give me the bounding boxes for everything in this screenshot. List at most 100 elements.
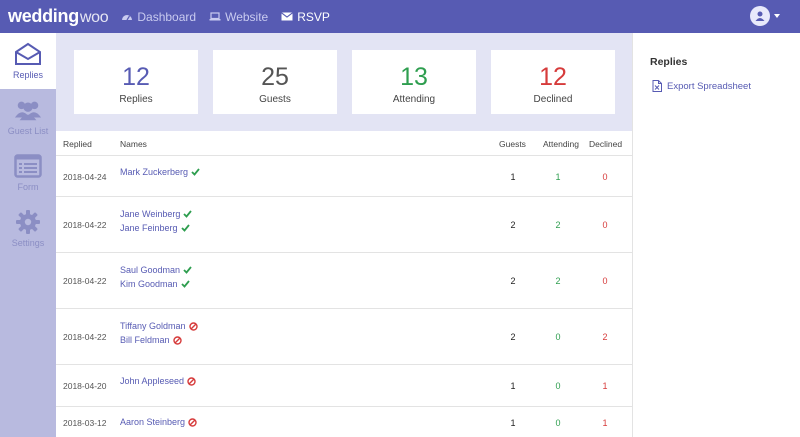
guest-name[interactable]: Saul Goodman [120, 263, 192, 277]
side-panel: Replies Export Spreadsheet [632, 33, 800, 437]
guests-count: 1 [510, 172, 516, 182]
sidebar-item-form[interactable]: Form [0, 145, 56, 201]
declined-icon [188, 321, 198, 331]
guest-name[interactable]: Bill Feldman [120, 333, 198, 347]
guest-name-text: Jane Feinberg [120, 223, 178, 233]
guests-count: 2 [510, 332, 516, 342]
declined-count: 1 [602, 418, 608, 428]
guest-name-text: Mark Zuckerberg [120, 167, 189, 177]
guest-name-text: Bill Feldman [120, 335, 170, 345]
guest-name[interactable]: John Appleseed [120, 374, 196, 388]
users-icon [14, 98, 42, 122]
attending-count: 1 [555, 172, 561, 182]
guest-name-text: Tiffany Goldman [120, 321, 186, 331]
header-guests[interactable]: Guests [499, 139, 526, 149]
guest-name-text: Kim Goodman [120, 279, 178, 289]
logo-accent: woo [79, 9, 109, 26]
header-attending[interactable]: Attending [543, 139, 579, 149]
stat-guests: 25 Guests [213, 50, 337, 114]
stat-label: Guests [259, 94, 291, 105]
panel-title: Replies [650, 56, 688, 68]
attending-count: 2 [555, 276, 561, 286]
guests-count: 1 [510, 418, 516, 428]
nav-website[interactable]: Website [209, 10, 268, 24]
declined-icon [172, 335, 182, 345]
gear-icon [14, 210, 42, 234]
envelope-open-icon [14, 42, 42, 66]
guest-name[interactable]: Tiffany Goldman [120, 319, 198, 333]
export-spreadsheet-link[interactable]: Export Spreadsheet [652, 80, 751, 92]
sidebar-item-label: Settings [11, 238, 45, 248]
nav-rsvp[interactable]: RSVP [281, 10, 330, 24]
reply-date: 2018-03-12 [63, 418, 107, 428]
header-declined[interactable]: Declined [589, 139, 622, 149]
guest-name-text: John Appleseed [120, 376, 185, 386]
sidebar-item-replies[interactable]: Replies [0, 33, 56, 89]
table-row[interactable]: 2018-04-22 Saul Goodman Kim Goodman 2 2 … [56, 253, 632, 309]
table-row[interactable]: 2018-03-12 Aaron Steinberg 1 0 1 [56, 407, 632, 437]
stat-label: Attending [392, 94, 436, 105]
declined-count: 2 [602, 332, 608, 342]
guest-name[interactable]: Jane Feinberg [120, 221, 192, 235]
dashboard-icon [121, 12, 133, 22]
reply-date: 2018-04-24 [63, 172, 107, 182]
chevron-down-icon [774, 14, 780, 18]
header-replied[interactable]: Replied [63, 139, 92, 149]
sidebar-item-guest-list[interactable]: Guest List [0, 89, 56, 145]
check-icon [183, 210, 193, 218]
check-icon [183, 266, 192, 274]
attending-count: 0 [555, 418, 561, 428]
spreadsheet-icon [652, 80, 662, 92]
stat-replies: 12 Replies [74, 50, 198, 114]
envelope-icon [281, 12, 294, 22]
sidebar: Replies Guest List Form Settings [0, 33, 56, 437]
table-row[interactable]: 2018-04-22 Tiffany Goldman Bill Feldman … [56, 309, 632, 365]
form-icon [14, 154, 42, 178]
guest-name[interactable]: Aaron Steinberg [120, 415, 197, 429]
guest-name[interactable]: Kim Goodman [120, 277, 192, 291]
check-icon [180, 224, 190, 232]
stat-value: 12 [122, 63, 150, 91]
guest-name-text: Aaron Steinberg [120, 417, 186, 427]
reply-date: 2018-04-20 [63, 381, 107, 391]
stats-band: 12 Replies 25 Guests 13 Attending 12 Dec… [56, 33, 632, 131]
top-navbar: wedding woo Dashboard Website RSVP [0, 0, 800, 33]
nav-dashboard[interactable]: Dashboard [121, 10, 196, 24]
table-row[interactable]: 2018-04-22 Jane Weinberg Jane Feinberg 2… [56, 197, 632, 253]
guests-count: 2 [510, 276, 516, 286]
stat-label: Declined [533, 94, 573, 105]
logo[interactable]: wedding woo [8, 6, 109, 27]
user-menu[interactable] [750, 6, 780, 26]
header-names[interactable]: Names [120, 139, 147, 149]
declined-count: 0 [602, 276, 608, 286]
table-row[interactable]: 2018-04-20 John Appleseed 1 0 1 [56, 365, 632, 407]
attending-count: 0 [555, 332, 561, 342]
main-content: 12 Replies 25 Guests 13 Attending 12 Dec… [56, 33, 632, 437]
attending-count: 2 [555, 220, 561, 230]
sidebar-item-label: Form [17, 182, 39, 192]
nav-label: Dashboard [137, 9, 197, 24]
avatar [750, 6, 770, 26]
table-row[interactable]: 2018-04-24 Mark Zuckerberg 1 1 0 [56, 156, 632, 197]
stat-attending: 13 Attending [352, 50, 476, 114]
declined-count: 0 [602, 172, 608, 182]
check-icon [180, 280, 190, 288]
nav-label: RSVP [297, 9, 330, 24]
nav-label: Website [225, 9, 269, 24]
export-label: Export Spreadsheet [667, 80, 751, 92]
attending-count: 0 [555, 381, 561, 391]
declined-count: 1 [602, 381, 608, 391]
sidebar-item-settings[interactable]: Settings [0, 201, 56, 257]
guest-name-text: Saul Goodman [120, 265, 181, 275]
guests-count: 1 [510, 381, 516, 391]
stat-value: 12 [539, 63, 567, 91]
stat-declined: 12 Declined [491, 50, 615, 114]
reply-date: 2018-04-22 [63, 220, 107, 230]
guests-count: 2 [510, 220, 516, 230]
stat-label: Replies [119, 94, 153, 105]
reply-date: 2018-04-22 [63, 332, 107, 342]
declined-count: 0 [602, 220, 608, 230]
guest-name[interactable]: Jane Weinberg [120, 207, 193, 221]
stat-value: 25 [261, 63, 289, 91]
guest-name[interactable]: Mark Zuckerberg [120, 165, 200, 179]
